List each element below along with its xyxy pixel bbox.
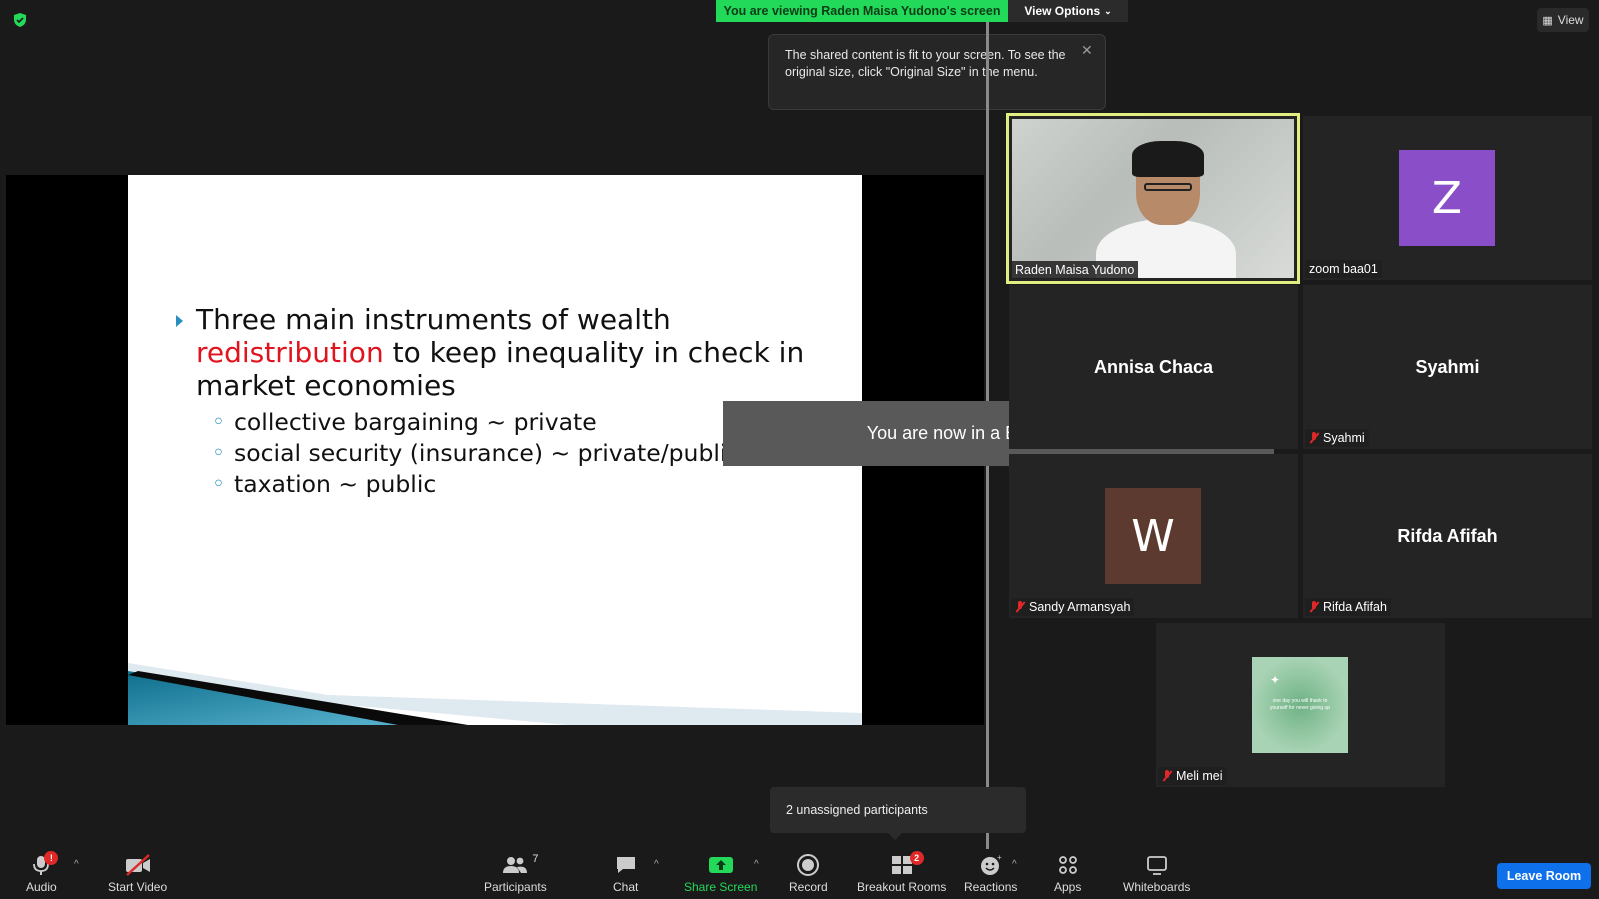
record-button[interactable]: Record [789,853,828,894]
video-tile-annisa[interactable]: Annisa Chaca [1009,285,1298,449]
participant-display-name: Rifda Afifah [1397,525,1498,546]
tooltip-text: The shared content is fit to your screen… [785,48,1066,79]
viewing-screen-banner: You are viewing Raden Maisa Yudono's scr… [716,0,1008,22]
breakout-rooms-icon: 2 [890,851,924,877]
reactions-options-chevron-icon[interactable]: ^ [1012,859,1017,870]
participant-name-text: Rifda Afifah [1323,600,1387,614]
person-hair [1132,141,1204,177]
fit-screen-tooltip: The shared content is fit to your screen… [768,34,1106,110]
chevron-down-icon: ⌄ [1104,5,1112,16]
audio-options-chevron-icon[interactable]: ^ [74,859,79,870]
share-screen-button[interactable]: Share Screen [684,853,757,894]
bullet-line-3: market economies [196,369,456,402]
muted-mic-icon [1309,432,1319,444]
muted-mic-icon [1162,770,1172,782]
view-label: View [1557,13,1584,27]
chat-button[interactable]: Chat [613,853,638,894]
bullet-line-1: Three main instruments of wealth [196,303,671,336]
chat-icon [614,853,638,877]
reactions-button[interactable]: + Reactions [964,853,1017,894]
audio-button[interactable]: ! Audio [26,851,59,894]
participants-count: 7 [532,853,539,865]
avatar: Z [1399,150,1495,246]
meeting-toolbar: ! Audio ^ Start Video 7 Participants Cha… [0,849,1599,899]
chat-label: Chat [613,880,639,894]
smiley-icon: + [979,853,1003,877]
record-icon [796,853,820,877]
breakout-badge: 2 [909,851,924,865]
view-button[interactable]: ▦ View [1537,8,1589,32]
muted-mic-icon [1309,601,1319,613]
profile-picture: ✦ one day you will thank to yourself for… [1252,657,1348,753]
participant-name: Rifda Afifah [1305,598,1391,616]
view-options-label: View Options [1024,4,1101,18]
participant-name: Sandy Armansyah [1011,598,1135,616]
avatar: W [1105,488,1201,584]
participants-icon: 7 [502,853,538,877]
shield-icon[interactable] [12,12,28,28]
start-video-label: Start Video [108,880,168,894]
sub-bullets: collective bargaining ~ private social s… [212,407,739,500]
participants-label: Participants [484,880,547,894]
main-bullet: Three main instruments of wealth redistr… [176,303,836,402]
unassigned-participants-popup[interactable]: 2 unassigned participants [770,787,1026,840]
participants-button[interactable]: 7 Participants [484,853,547,894]
sub-bullet: taxation ~ public [212,469,739,500]
person-glasses [1144,183,1192,191]
participant-name-text: Syahmi [1323,431,1365,445]
participant-name-text: zoom baa01 [1309,262,1378,276]
slide-decoration [128,663,862,725]
grid-icon: ▦ [1542,14,1553,27]
chat-options-chevron-icon[interactable]: ^ [654,859,659,870]
bullet-line-2: to keep inequality in check in [383,336,805,369]
meeting-window: You are viewing Raden Maisa Yudono's scr… [0,0,1599,899]
breakout-rooms-label: Breakout Rooms [857,880,947,894]
breakout-rooms-button[interactable]: 2 Breakout Rooms [857,851,947,894]
whiteboard-icon [1145,853,1169,877]
sub-bullet: collective bargaining ~ private [212,407,739,438]
video-tile-zoom[interactable]: Z zoom baa01 [1303,116,1592,280]
share-screen-label: Share Screen [684,880,758,894]
profile-picture-caption: one day you will thank to yourself for n… [1269,698,1331,711]
close-icon[interactable]: ✕ [1081,43,1095,57]
video-tile-meli[interactable]: ✦ one day you will thank to yourself for… [1156,623,1445,787]
view-options-button[interactable]: View Options ⌄ [1008,0,1128,22]
apps-label: Apps [1054,880,1082,894]
participant-name: Raden Maisa Yudono [1011,261,1139,279]
sub-bullet: social security (insurance) ~ private/pu… [212,438,739,469]
participant-display-name: Annisa Chaca [1093,356,1214,377]
apps-button[interactable]: Apps [1054,853,1081,894]
bullet-highlight: redistribution [196,336,384,369]
video-off-icon [124,853,152,877]
triangle-bullet-icon [176,315,183,327]
apps-icon [1056,853,1080,877]
audio-warning-badge: ! [44,851,59,865]
participant-name: zoom baa01 [1305,260,1382,278]
muted-mic-icon [1015,601,1025,613]
participant-name: Syahmi [1305,429,1369,447]
share-screen-icon [708,853,734,877]
participant-name: Meli mei [1158,767,1227,785]
video-tile-syahmi[interactable]: Syahmi Syahmi [1303,285,1592,449]
video-tile-rifda[interactable]: Rifda Afifah Rifda Afifah [1303,454,1592,618]
video-tile-sandy[interactable]: W Sandy Armansyah [1009,454,1298,618]
participant-name-text: Raden Maisa Yudono [1015,263,1135,277]
svg-text:+: + [997,853,1002,862]
camera-feed [1012,119,1294,278]
microphone-icon: ! [30,851,59,877]
start-video-button[interactable]: Start Video [108,853,167,894]
audio-label: Audio [26,880,57,894]
participant-display-name: Syahmi [1415,356,1480,377]
participant-name-text: Sandy Armansyah [1029,600,1131,614]
reactions-label: Reactions [964,880,1018,894]
participant-name-text: Meli mei [1176,769,1223,783]
share-options-chevron-icon[interactable]: ^ [754,859,759,870]
record-label: Record [789,880,828,894]
whiteboards-label: Whiteboards [1123,880,1191,894]
leave-room-button[interactable]: Leave Room [1497,863,1591,889]
whiteboards-button[interactable]: Whiteboards [1123,853,1190,894]
sparkle-icon: ✦ [1270,673,1281,687]
video-tile-raden[interactable]: Raden Maisa Yudono [1006,113,1300,284]
